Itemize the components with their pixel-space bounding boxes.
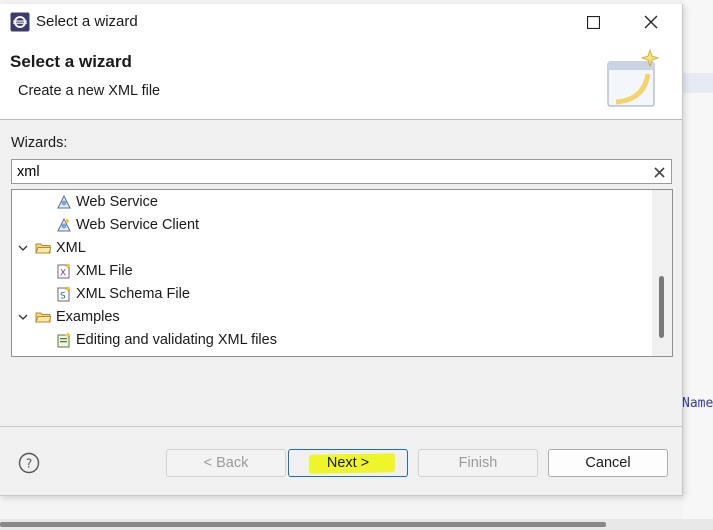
wizard-dialog: Select a wizard Select a wizard Create a… bbox=[0, 4, 683, 496]
background-horizontal-scrollbar[interactable] bbox=[0, 519, 713, 530]
svg-text:S: S bbox=[60, 292, 66, 302]
page-title: Select a wizard bbox=[10, 52, 132, 71]
finish-button[interactable]: Finish bbox=[418, 449, 538, 477]
tree-item-label: Web Service Client bbox=[76, 217, 200, 233]
tree-item-web-service-client[interactable]: Web Service Client bbox=[12, 214, 652, 237]
web-service-client-icon bbox=[57, 217, 71, 232]
tree-item-xml-file[interactable]: X XML File bbox=[12, 260, 652, 283]
svg-text:X: X bbox=[60, 269, 66, 279]
folder-icon bbox=[35, 243, 51, 254]
tree-item-label: XML File bbox=[76, 263, 133, 279]
xml-file-icon: X bbox=[57, 263, 71, 279]
folder-icon bbox=[35, 312, 51, 323]
tree-item-web-service[interactable]: Web Service bbox=[12, 191, 652, 214]
background-highlight-stripe bbox=[683, 73, 713, 93]
tree-item-label: Editing and validating XML files bbox=[76, 332, 277, 348]
expand-chevron-icon[interactable] bbox=[16, 308, 30, 326]
tree-item-examples-folder[interactable]: Examples bbox=[12, 306, 652, 329]
window-title: Select a wizard bbox=[36, 13, 138, 30]
svg-text:?: ? bbox=[26, 457, 32, 471]
scrollbar-thumb[interactable] bbox=[659, 276, 664, 338]
title-bar: Select a wizard bbox=[0, 4, 682, 40]
wizard-filter-box bbox=[11, 159, 672, 184]
wizard-tree: Web Service Web Service Client XML X XML… bbox=[11, 189, 673, 357]
expand-chevron-icon[interactable] bbox=[16, 239, 30, 257]
tree-item-xml-schema-file[interactable]: S XML Schema File bbox=[12, 283, 652, 306]
new-wizard-banner-icon bbox=[607, 48, 660, 107]
cancel-button[interactable]: Cancel bbox=[548, 449, 668, 477]
maximize-icon bbox=[586, 15, 600, 29]
tree-item-label: Web Service bbox=[76, 194, 158, 210]
wizard-filter-input[interactable] bbox=[17, 162, 637, 182]
scrollbar-thumb[interactable] bbox=[0, 522, 606, 527]
help-icon[interactable]: ? bbox=[18, 452, 40, 474]
clear-icon bbox=[653, 166, 665, 178]
tree-item-editing-validating-xml[interactable]: Editing and validating XML files bbox=[12, 329, 652, 352]
wizards-label: Wizards: bbox=[11, 135, 68, 151]
tree-item-label: XML Schema File bbox=[76, 286, 190, 302]
example-icon bbox=[57, 332, 71, 348]
back-button[interactable]: < Back bbox=[166, 449, 286, 477]
close-button[interactable] bbox=[628, 4, 674, 40]
background-code-text: Name bbox=[682, 396, 713, 411]
page-description: Create a new XML file bbox=[18, 83, 161, 99]
tree-vertical-scrollbar[interactable] bbox=[652, 190, 672, 356]
clear-filter-button[interactable] bbox=[651, 163, 667, 181]
tree-item-label: Examples bbox=[56, 309, 120, 325]
maximize-button[interactable] bbox=[570, 4, 616, 40]
close-icon bbox=[644, 15, 658, 29]
eclipse-icon bbox=[10, 12, 30, 32]
tree-item-xml-folder[interactable]: XML bbox=[12, 237, 652, 260]
footer-divider bbox=[0, 426, 682, 427]
tree-item-label: XML bbox=[56, 240, 86, 256]
wizard-header: Select a wizard Create a new XML file bbox=[0, 40, 682, 120]
xml-schema-file-icon: S bbox=[57, 286, 71, 302]
web-service-icon bbox=[57, 194, 71, 209]
next-button[interactable]: Next > bbox=[288, 449, 408, 477]
